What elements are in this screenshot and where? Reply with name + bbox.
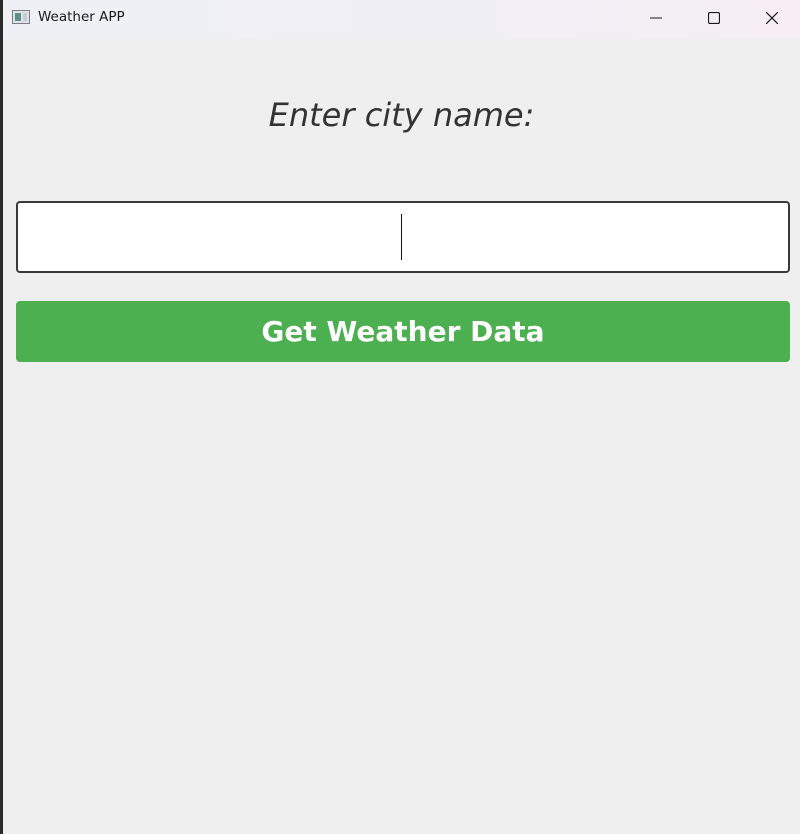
title-bar[interactable]: Weather APP (3, 0, 800, 37)
minimize-button[interactable] (633, 0, 679, 37)
maximize-icon (708, 12, 720, 24)
text-caret (401, 214, 402, 260)
city-prompt-label: Enter city name: (268, 96, 535, 134)
minimize-icon (650, 17, 662, 19)
close-button[interactable] (749, 0, 795, 37)
app-window: Weather APP Enter city name: Get Weather… (3, 0, 800, 834)
get-weather-button[interactable]: Get Weather Data (16, 301, 790, 362)
maximize-button[interactable] (691, 0, 737, 37)
close-icon (766, 12, 778, 24)
app-window-icon (12, 10, 30, 24)
window-title: Weather APP (38, 9, 125, 25)
city-input[interactable] (16, 201, 790, 273)
